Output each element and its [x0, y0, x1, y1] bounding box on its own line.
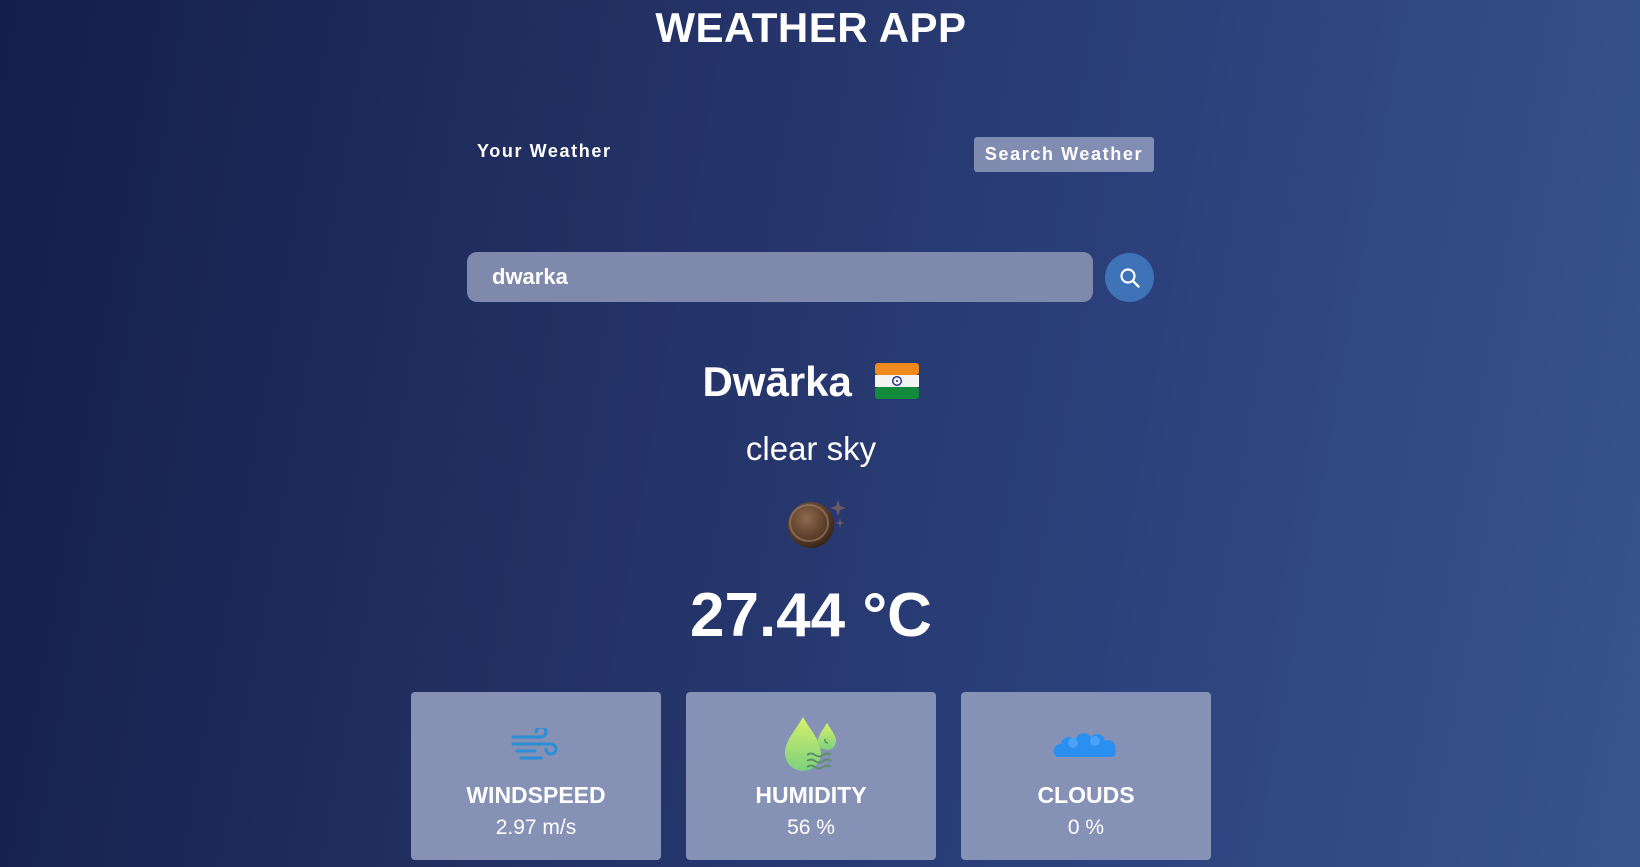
- clouds-value: 0 %: [1067, 816, 1105, 839]
- tab-search-weather[interactable]: Search Weather: [974, 137, 1154, 172]
- weather-description: clear sky: [745, 430, 877, 467]
- humidity-value: 56 %: [787, 816, 835, 839]
- search-input[interactable]: dwarka: [467, 252, 1093, 302]
- humidity-icon: [785, 717, 836, 771]
- city-name: Dwārka: [702, 358, 852, 405]
- windspeed-label: WINDSPEED: [466, 782, 606, 808]
- wind-icon: [511, 728, 558, 760]
- windspeed-card: WINDSPEED 2.97 m/s: [411, 692, 661, 860]
- app-title: WEATHER APP: [655, 4, 967, 51]
- search-button[interactable]: [1105, 253, 1154, 302]
- humidity-card: HUMIDITY 56 %: [686, 692, 936, 860]
- humidity-label: HUMIDITY: [755, 782, 867, 808]
- search-icon: [1119, 267, 1140, 288]
- clear-sky-night-icon: [788, 500, 846, 548]
- india-flag-icon: [874, 362, 919, 399]
- temperature: 27.44 °C: [690, 581, 932, 650]
- clouds-icon: [1053, 733, 1116, 757]
- clouds-label: CLOUDS: [1037, 782, 1135, 808]
- city-heading: Dwārka: [0, 358, 1622, 406]
- tab-your-weather[interactable]: Your Weather: [477, 141, 612, 162]
- clouds-card: CLOUDS 0 %: [961, 692, 1211, 860]
- windspeed-value: 2.97 m/s: [495, 816, 577, 839]
